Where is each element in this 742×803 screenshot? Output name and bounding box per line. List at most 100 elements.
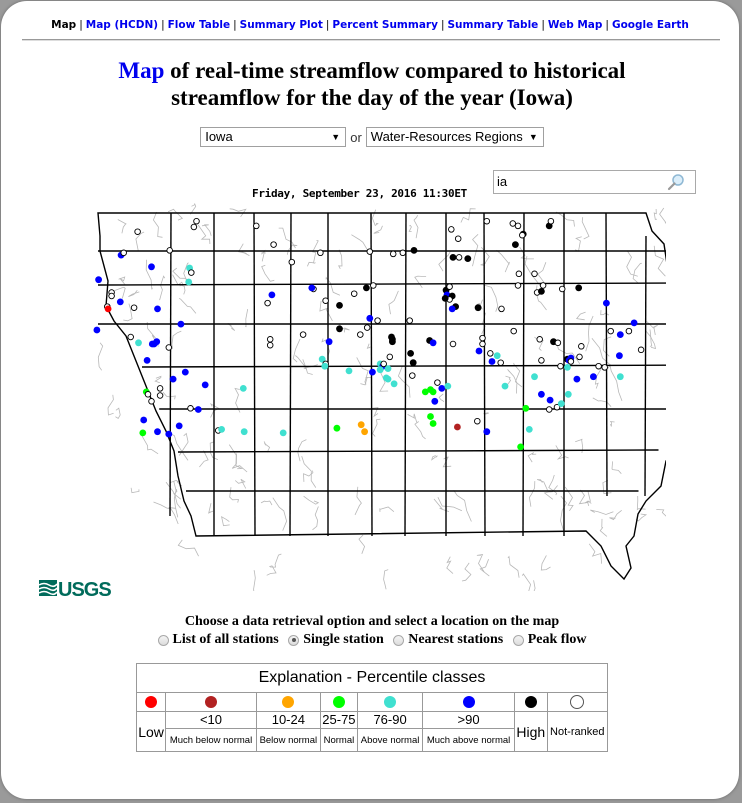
station-high[interactable]	[409, 359, 417, 367]
station-high[interactable]	[464, 255, 472, 262]
station-not-ranked[interactable]	[479, 334, 486, 342]
station-high[interactable]	[407, 350, 414, 357]
station-not-ranked[interactable]	[625, 327, 633, 335]
station-much-above-normal[interactable]	[429, 339, 437, 347]
station-not-ranked[interactable]	[370, 282, 377, 289]
station-high[interactable]	[389, 338, 396, 346]
nav-summary-table[interactable]: Summary Table	[447, 19, 538, 31]
station-above-normal[interactable]	[218, 426, 226, 433]
station-not-ranked[interactable]	[448, 226, 455, 233]
station-much-above-normal[interactable]	[438, 385, 446, 392]
station-not-ranked[interactable]	[519, 231, 526, 239]
station-above-normal[interactable]	[531, 373, 538, 381]
radio-list-all-stations[interactable]: List of all stations	[157, 632, 279, 648]
station-much-above-normal[interactable]	[165, 430, 173, 438]
station-much-above-normal[interactable]	[268, 291, 276, 299]
station-not-ranked[interactable]	[144, 391, 152, 398]
station-normal[interactable]	[429, 420, 437, 427]
nav-web-map[interactable]: Web Map	[548, 19, 603, 31]
station-much-above-normal[interactable]	[148, 340, 156, 348]
station-normal[interactable]	[139, 429, 147, 437]
station-not-ranked[interactable]	[134, 228, 141, 235]
station-not-ranked[interactable]	[190, 223, 198, 231]
station-not-ranked[interactable]	[156, 385, 164, 392]
station-above-normal[interactable]	[525, 426, 533, 433]
station-normal[interactable]	[517, 443, 524, 451]
station-above-normal[interactable]	[279, 429, 287, 437]
station-above-normal[interactable]	[345, 367, 353, 375]
station-not-ranked[interactable]	[399, 249, 407, 257]
station-not-ranked[interactable]	[357, 331, 364, 338]
station-much-above-normal[interactable]	[177, 320, 185, 328]
station-much-above-normal[interactable]	[431, 397, 439, 405]
station-much-above-normal[interactable]	[630, 319, 638, 327]
station-not-ranked[interactable]	[531, 270, 538, 278]
station-low[interactable]	[104, 305, 112, 313]
station-above-normal[interactable]	[185, 278, 193, 286]
station-much-above-normal[interactable]	[590, 373, 597, 381]
station-not-ranked[interactable]	[498, 305, 505, 313]
station-not-ranked[interactable]	[366, 248, 374, 255]
station-above-normal[interactable]	[321, 362, 329, 370]
station-normal[interactable]	[522, 404, 530, 412]
radio-peak-flow[interactable]: Peak flow	[512, 632, 586, 648]
station-not-ranked[interactable]	[483, 217, 491, 225]
station-not-ranked[interactable]	[156, 392, 164, 399]
station-much-above-normal[interactable]	[201, 381, 209, 389]
station-normal[interactable]	[427, 413, 434, 420]
station-much-above-normal[interactable]	[366, 314, 374, 322]
station-below-normal[interactable]	[361, 428, 368, 436]
station-much-above-normal[interactable]	[95, 276, 102, 284]
nav-flow-table[interactable]: Flow Table	[168, 19, 230, 31]
station-not-ranked[interactable]	[165, 344, 173, 351]
station-high[interactable]	[336, 325, 343, 333]
station-much-above-normal[interactable]	[488, 358, 496, 365]
station-not-ranked[interactable]	[253, 222, 260, 230]
station-not-ranked[interactable]	[567, 358, 575, 365]
station-not-ranked[interactable]	[363, 324, 371, 331]
station-much-above-normal[interactable]	[154, 428, 161, 436]
station-above-normal[interactable]	[390, 380, 398, 388]
station-above-normal[interactable]	[564, 364, 571, 371]
station-not-ranked[interactable]	[514, 282, 522, 289]
station-not-ranked[interactable]	[130, 304, 138, 311]
nav-map-hcdn[interactable]: Map (HCDN)	[86, 19, 158, 31]
station-not-ranked[interactable]	[350, 290, 358, 297]
station-much-above-normal[interactable]	[538, 390, 545, 398]
station-much-below-normal[interactable]	[454, 423, 461, 431]
station-high[interactable]	[449, 254, 457, 261]
nav-summary-plot[interactable]: Summary Plot	[240, 19, 323, 31]
radio-button[interactable]	[512, 634, 524, 646]
station-much-above-normal[interactable]	[143, 357, 151, 364]
station-much-above-normal[interactable]	[546, 396, 554, 404]
radio-button[interactable]	[157, 634, 169, 646]
station-much-above-normal[interactable]	[93, 326, 101, 334]
station-not-ranked[interactable]	[127, 333, 134, 341]
station-not-ranked[interactable]	[487, 350, 494, 357]
station-not-ranked[interactable]	[595, 362, 602, 370]
station-above-normal[interactable]	[501, 382, 509, 390]
station-much-above-normal[interactable]	[616, 331, 624, 338]
station-high[interactable]	[336, 302, 343, 309]
station-much-above-normal[interactable]	[140, 416, 148, 424]
station-not-ranked[interactable]	[266, 341, 274, 349]
station-not-ranked[interactable]	[108, 292, 115, 300]
station-much-above-normal[interactable]	[116, 298, 124, 306]
station-much-above-normal[interactable]	[603, 299, 610, 307]
map-search-box[interactable]	[493, 170, 696, 194]
station-above-normal[interactable]	[384, 375, 392, 383]
station-not-ranked[interactable]	[474, 417, 481, 425]
station-above-normal[interactable]	[557, 400, 565, 407]
station-not-ranked[interactable]	[497, 359, 504, 366]
radio-nearest-stations[interactable]: Nearest stations	[393, 632, 503, 648]
station-not-ranked[interactable]	[455, 254, 463, 261]
station-much-above-normal[interactable]	[325, 338, 333, 346]
station-much-above-normal[interactable]	[175, 422, 183, 430]
station-not-ranked[interactable]	[270, 241, 277, 248]
search-icon[interactable]	[667, 173, 685, 191]
station-not-ranked[interactable]	[554, 339, 562, 347]
station-much-above-normal[interactable]	[194, 406, 202, 413]
station-not-ranked[interactable]	[607, 327, 614, 335]
title-map-link[interactable]: Map	[118, 58, 164, 83]
station-much-above-normal[interactable]	[616, 352, 623, 360]
